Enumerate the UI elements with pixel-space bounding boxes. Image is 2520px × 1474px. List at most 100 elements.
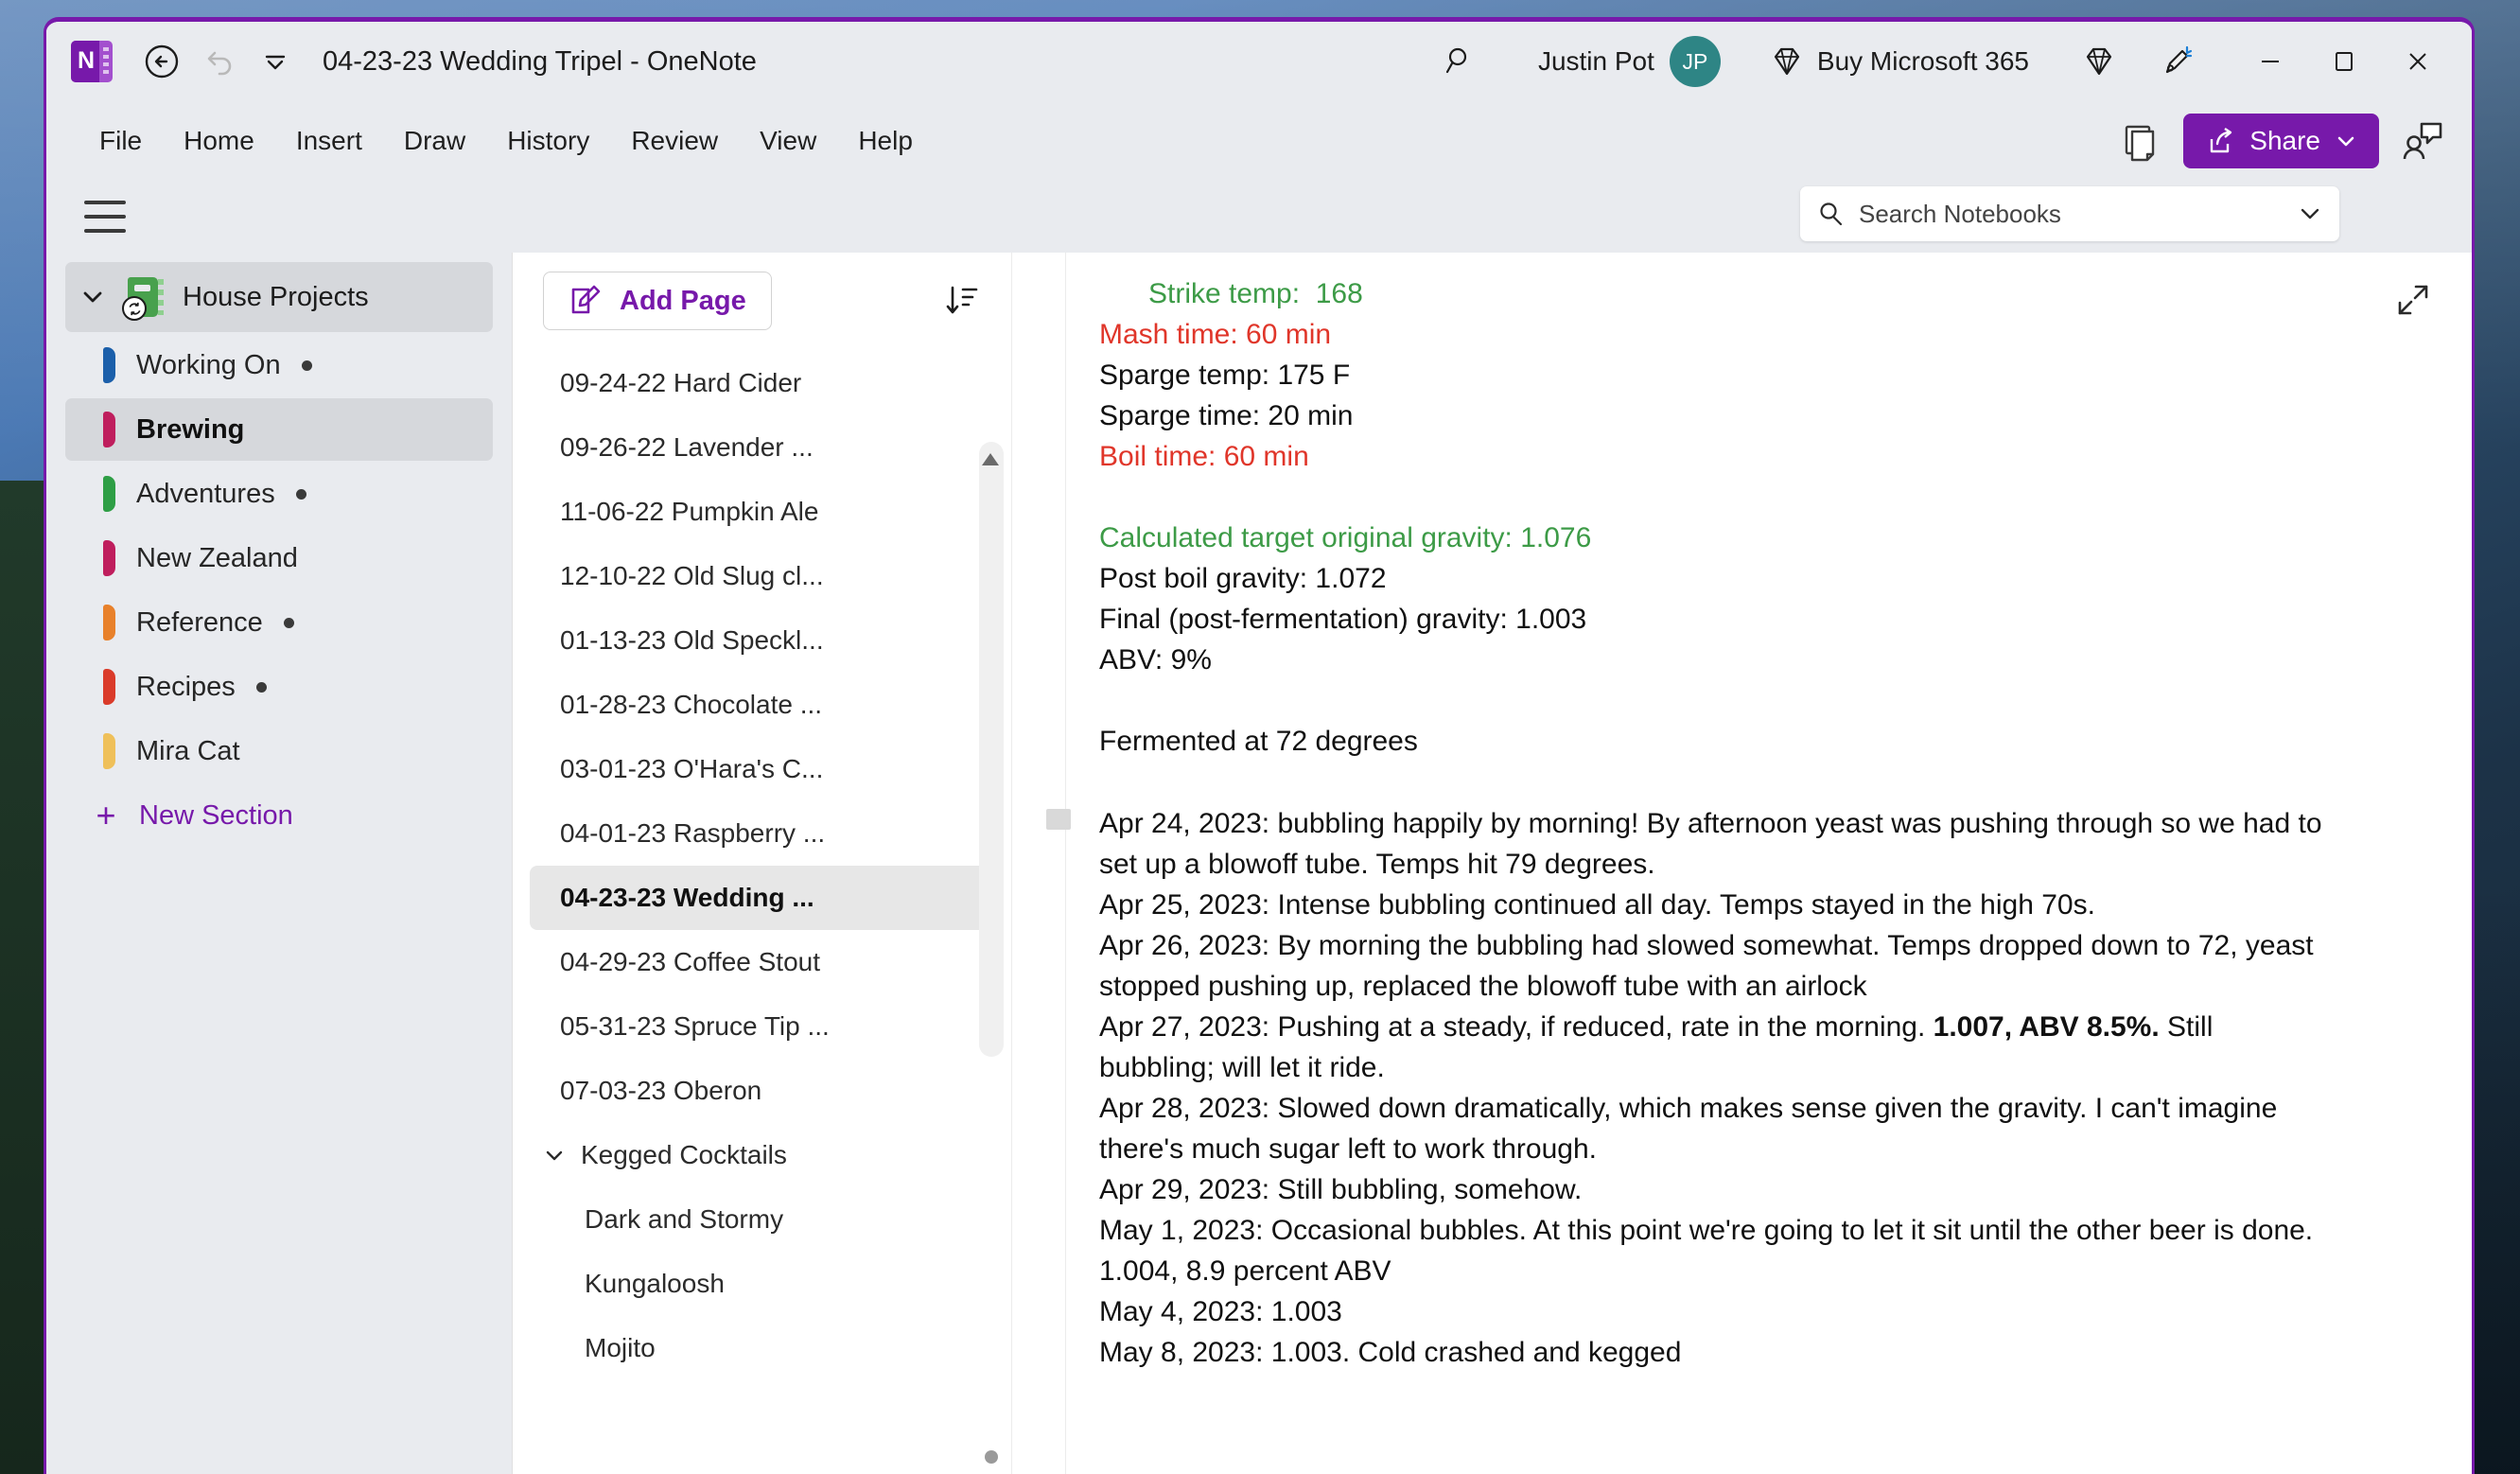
main-body: House Projects Working On Brewing Advent… [46,253,2472,1474]
menu-item-help[interactable]: Help [837,116,934,166]
menu-item-review[interactable]: Review [610,116,739,166]
list-item[interactable]: 11-06-22 Pumpkin Ale [530,480,994,544]
note-spacer [1099,477,2472,518]
desktop-wallpaper-tree [0,481,44,1474]
notebook-icon [122,275,166,321]
note-spacer [1099,680,2472,721]
list-item[interactable]: Dark and Stormy [530,1187,994,1252]
share-button[interactable]: Share [2183,114,2379,168]
page-list-panel: Add Page 09-24-22 Hard Cider 09-26-22 La… [512,253,1011,1474]
section-color-swatch [103,476,115,512]
list-item[interactable]: 04-29-23 Coffee Stout [530,930,994,994]
list-item[interactable]: 12-10-22 Old Slug cl... [530,544,994,608]
sidebar-item-label: Brewing [136,413,245,445]
section-color-swatch [103,733,115,769]
sidebar-item-recipes[interactable]: Recipes [65,656,493,718]
sidebar-item-label: Working On [136,349,281,380]
sidebar-item-label: Reference [136,606,263,638]
journal-entry: May 4, 2023: 1.003 [1099,1296,1342,1327]
journal-entry: Apr 24, 2023: bubbling happily by mornin… [1099,808,2322,880]
list-item[interactable]: 09-26-22 Lavender ... [530,415,994,480]
scroll-up-arrow-icon[interactable] [982,453,999,465]
unread-dot [295,488,306,500]
list-item[interactable]: 05-31-23 Spruce Tip ... [530,994,994,1059]
onenote-app-icon: N [71,41,113,82]
note-line: ABV: 9% [1099,644,1212,676]
list-item[interactable]: 07-03-23 Oberon [530,1059,994,1123]
back-arrow-icon[interactable] [133,33,190,90]
person-comment-icon[interactable] [2392,112,2451,170]
maximize-icon[interactable] [2307,32,2381,91]
search-row [46,181,2472,253]
note-line: Sparge temp: 175 F [1099,360,1351,391]
quick-access-chevron-down-icon[interactable] [247,33,304,90]
unread-dot [301,360,312,371]
sticky-notes-icon[interactable] [2111,112,2170,170]
paragraph-handle[interactable] [1046,809,1071,830]
ribbon-menu-bar: File Home Insert Draw History Review Vie… [46,101,2472,181]
sidebar-item-label: Mira Cat [136,735,240,766]
sidebar-item-new-zealand[interactable]: New Zealand [65,527,493,589]
note-line: Boil time: 60 min [1099,441,1309,472]
sidebar-item-adventures[interactable]: Adventures [65,463,493,525]
sidebar-item-label: Adventures [136,478,275,509]
diamond-icon[interactable] [2071,33,2127,90]
menu-item-insert[interactable]: Insert [275,116,383,166]
buy-microsoft-365-label: Buy Microsoft 365 [1816,46,2029,76]
note-body[interactable]: Strike temp: 168 Mash time: 60 min Sparg… [1012,253,2472,1373]
journal-entry-bold: 1.007, ABV 8.5%. [1933,1011,2160,1043]
minimize-icon[interactable] [2233,32,2307,91]
sidebar-item-working-on[interactable]: Working On [65,334,493,396]
sidebar-item-label: Recipes [136,671,236,702]
menu-item-history[interactable]: History [486,116,610,166]
search-icon [1820,202,1843,226]
pen-sparkle-icon[interactable] [2148,33,2205,90]
unread-dot [255,681,267,693]
note-canvas[interactable]: Strike temp: 168 Mash time: 60 min Sparg… [1011,253,2472,1474]
avatar[interactable]: JP [1669,36,1721,87]
sidebar-item-brewing[interactable]: Brewing [65,398,493,461]
diamond-icon [1774,47,1799,76]
hamburger-menu-icon[interactable] [84,201,126,233]
close-icon[interactable] [2381,32,2455,91]
journal-entry: May 1, 2023: Occasional bubbles. At this… [1099,1215,2314,1287]
plus-icon: + [96,796,116,834]
journal-entry: Apr 28, 2023: Slowed down dramatically, … [1099,1093,2278,1165]
page-list-scrollbar[interactable] [979,442,1004,1057]
undo-icon[interactable] [190,33,247,90]
menu-item-home[interactable]: Home [163,116,275,166]
share-icon [2211,128,2232,153]
list-item[interactable]: 01-28-23 Chocolate ... [530,673,994,737]
menu-item-file[interactable]: File [79,116,163,166]
search-icon[interactable] [1432,33,1489,90]
list-item[interactable]: 01-13-23 Old Speckl... [530,608,994,673]
search-notebooks-box[interactable] [1800,186,2339,241]
sort-descending-icon[interactable] [936,274,989,327]
account-button[interactable]: Justin Pot JP [1538,36,1721,87]
notebook-house-projects[interactable]: House Projects [65,262,493,332]
page-group-kegged-cocktails[interactable]: Kegged Cocktails [530,1123,994,1187]
list-item[interactable]: Kungaloosh [530,1252,994,1316]
edit-page-icon [571,285,601,314]
menu-item-view[interactable]: View [739,116,837,166]
list-item[interactable]: 04-01-23 Raspberry ... [530,801,994,866]
list-item[interactable]: 09-24-22 Hard Cider [530,351,994,415]
page-list[interactable]: 09-24-22 Hard Cider 09-26-22 Lavender ..… [513,343,1011,1474]
new-section-button[interactable]: + New Section [65,784,493,847]
section-color-swatch [103,540,115,576]
buy-microsoft-365-button[interactable]: Buy Microsoft 365 [1770,44,2029,79]
search-input[interactable] [1859,199,2283,229]
list-item[interactable]: Mojito [530,1316,994,1380]
journal-block[interactable]: Apr 24, 2023: bubbling happily by mornin… [1046,803,2472,1373]
sidebar-item-mira-cat[interactable]: Mira Cat [65,720,493,782]
chevron-down-icon[interactable] [543,1144,566,1167]
chevron-down-icon[interactable] [80,285,105,309]
menu-item-draw[interactable]: Draw [383,116,486,166]
chevron-down-icon[interactable] [2296,200,2324,228]
section-color-swatch [103,605,115,640]
add-page-button[interactable]: Add Page [543,272,772,330]
sidebar-item-reference[interactable]: Reference [65,591,493,654]
list-item-selected[interactable]: 04-23-23 Wedding ... [530,866,994,930]
list-item[interactable]: 03-01-23 O'Hara's C... [530,737,994,801]
sync-icon [122,296,147,321]
